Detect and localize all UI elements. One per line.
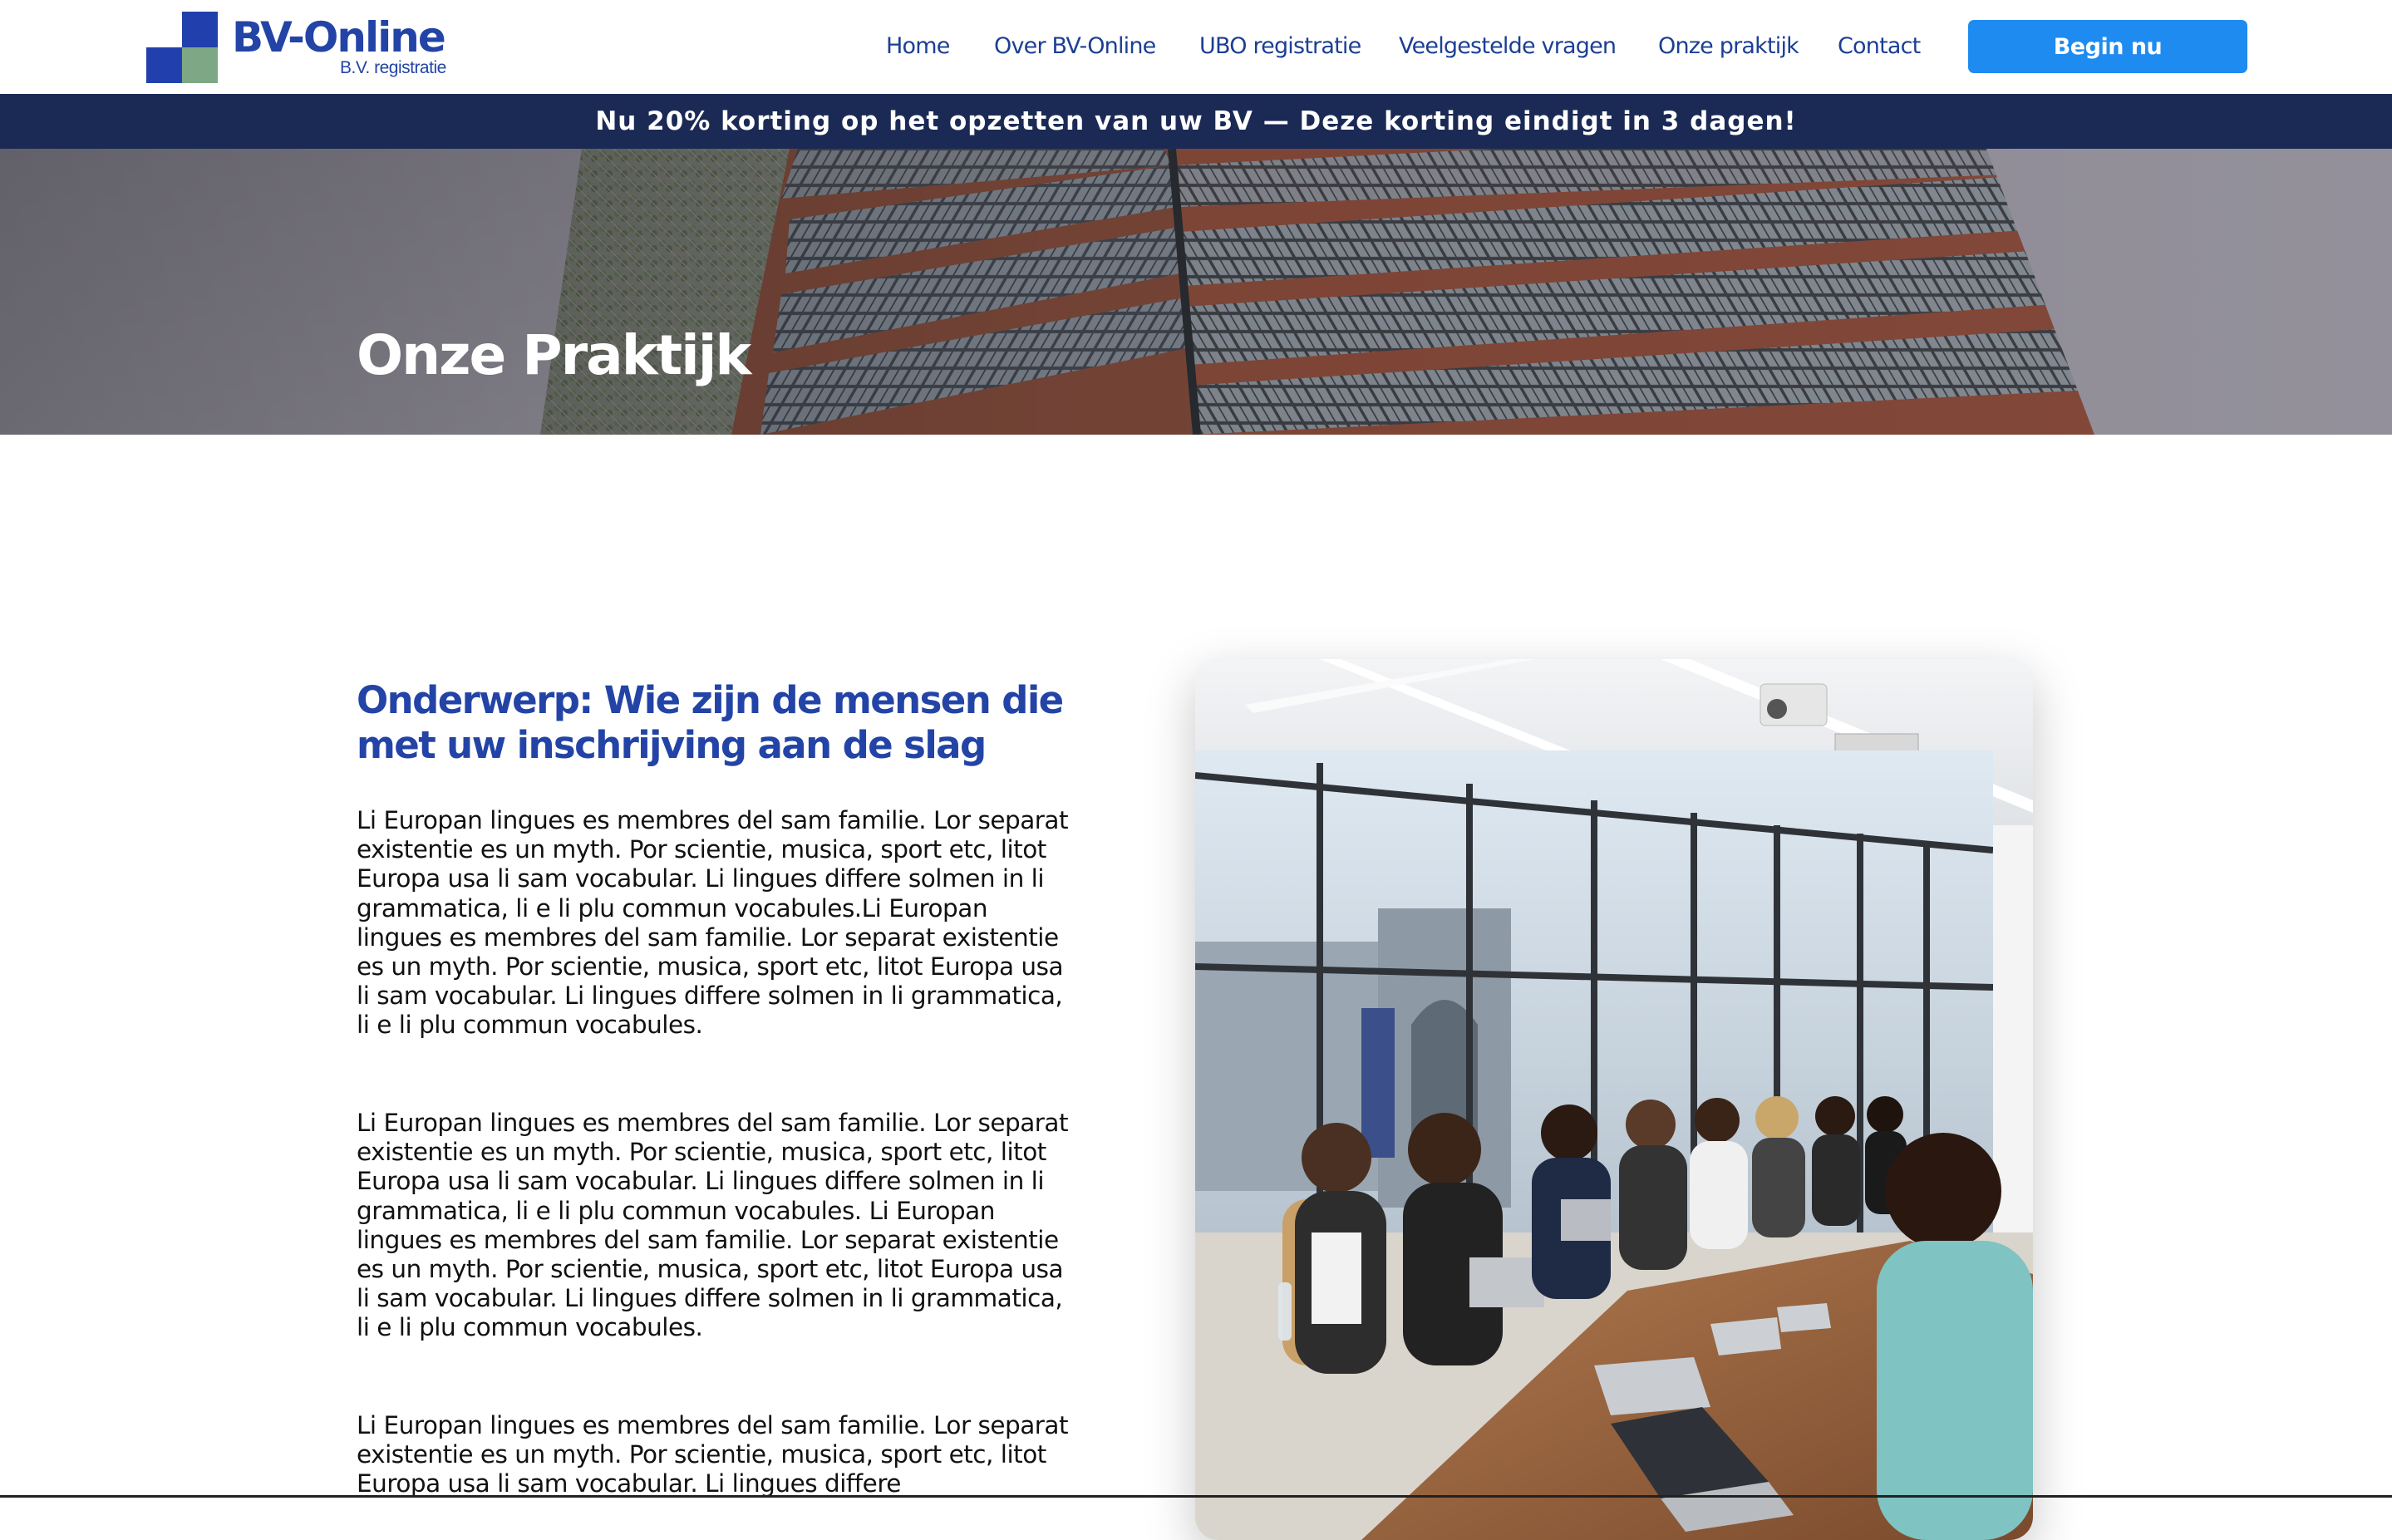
nav-item-over-bv-online[interactable]: Over BV-Online (994, 30, 1156, 63)
nav-item-contact[interactable]: Contact (1838, 30, 1921, 63)
body-paragraph: Li Europan lingues es membres del sam fa… (357, 806, 1069, 1040)
body-paragraph: Li Europan lingues es membres del sam fa… (357, 1109, 1069, 1342)
meeting-photo (1195, 659, 2033, 1540)
nav-item-veelgestelde-vragen[interactable]: Veelgestelde vragen (1399, 30, 1617, 63)
hero-banner: Onze Praktijk (0, 149, 2392, 435)
site-logo[interactable]: BV-Online B.V. registratie (146, 12, 495, 83)
page-title: Onze Praktijk (357, 323, 751, 387)
section-heading: Onderwerp: Wie zijn de mensen die met uw… (357, 678, 1064, 767)
logo-name: BV-Online (232, 13, 446, 62)
logo-mark-icon (146, 12, 218, 83)
begin-nu-button[interactable]: Begin nu (1968, 20, 2247, 73)
hero-building-image (0, 149, 2392, 435)
body-paragraph: Li Europan lingues es membres del sam fa… (357, 1411, 1069, 1498)
site-header: BV-Online B.V. registratie Home Over BV-… (0, 0, 2392, 94)
meeting-room-image (1195, 659, 2033, 1540)
logo-tagline: B.V. registratie (340, 58, 446, 77)
nav-item-onze-praktijk[interactable]: Onze praktijk (1658, 30, 1799, 63)
nav-item-home[interactable]: Home (886, 30, 950, 63)
promo-banner: Nu 20% korting op het opzetten van uw BV… (0, 94, 2392, 149)
nav-item-ubo-registratie[interactable]: UBO registratie (1199, 30, 1361, 63)
